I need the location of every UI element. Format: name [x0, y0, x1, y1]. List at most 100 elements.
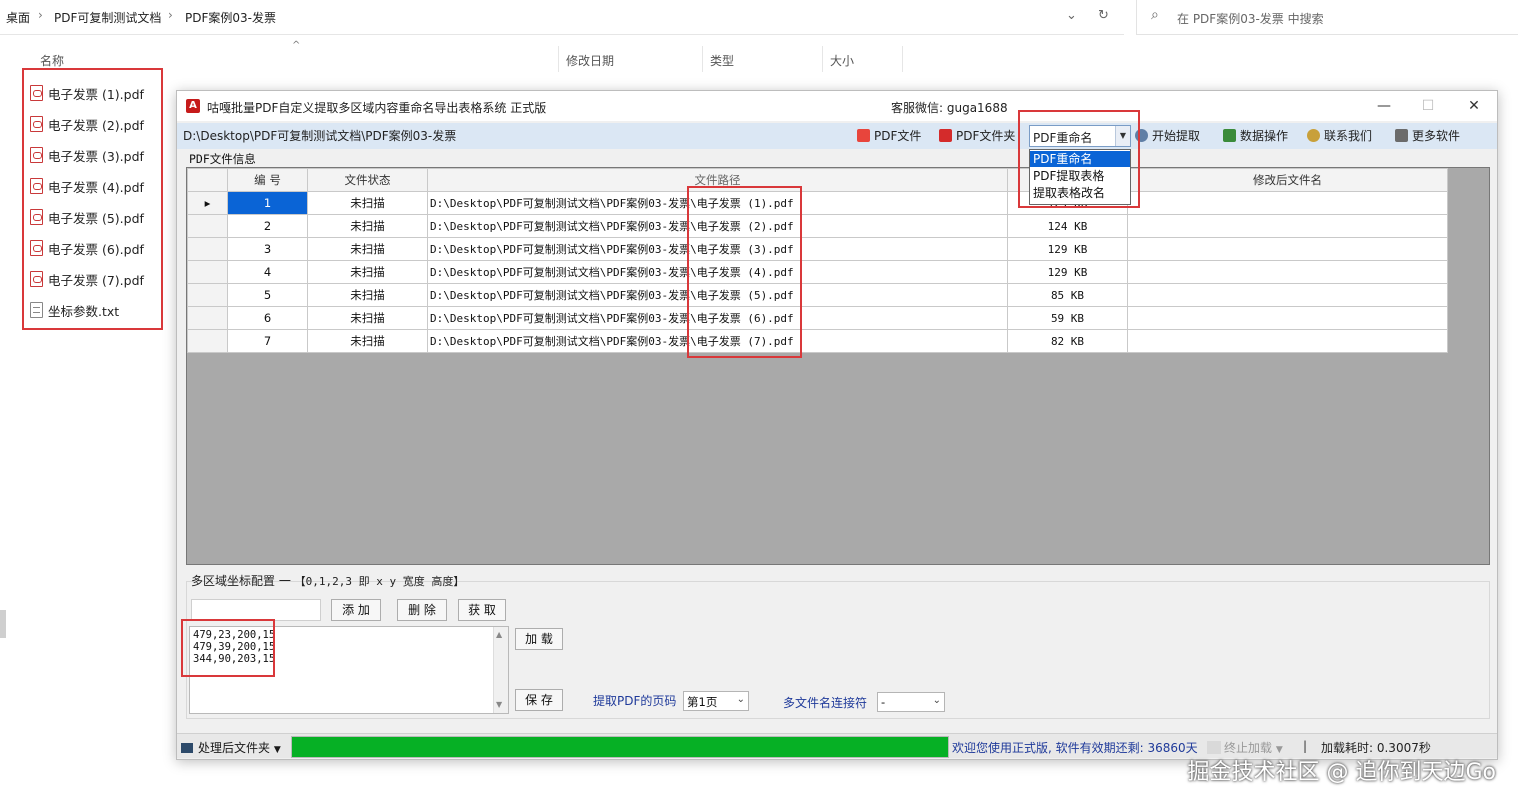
cell-newname[interactable] — [1127, 214, 1448, 238]
cell-status[interactable]: 未扫描 — [307, 237, 428, 261]
pdf-file-button[interactable]: PDF文件 — [857, 127, 921, 144]
cell-newname[interactable] — [1127, 191, 1448, 215]
minimize-button[interactable]: — — [1369, 96, 1399, 116]
close-button[interactable]: ✕ — [1459, 96, 1489, 116]
cell-status[interactable]: 未扫描 — [307, 329, 428, 353]
row-selector[interactable] — [187, 283, 228, 307]
cell-number[interactable]: 4 — [227, 260, 308, 284]
mode-option[interactable]: PDF重命名 — [1030, 151, 1130, 167]
start-extract-button[interactable]: 开始提取 — [1135, 127, 1200, 144]
header-number[interactable]: 编 号 — [227, 168, 308, 192]
get-button[interactable]: 获 取 — [458, 599, 506, 621]
column-name[interactable]: 名称 — [40, 52, 64, 69]
cell-path[interactable]: D:\Desktop\PDF可复制测试文档\PDF案例03-发票\电子发票 (4… — [427, 260, 1008, 284]
search-box[interactable]: ⌕ 在 PDF案例03-发票 中搜索 — [1136, 0, 1518, 35]
maximize-button[interactable]: ☐ — [1413, 96, 1443, 116]
cell-newname[interactable] — [1127, 329, 1448, 353]
cell-status[interactable]: 未扫描 — [307, 260, 428, 284]
address-bar[interactable]: 桌面 › PDF可复制测试文档 › PDF案例03-发票 ⌄ ↻ — [0, 0, 1124, 35]
load-button[interactable]: 加 载 — [515, 628, 563, 650]
cell-number[interactable]: 5 — [227, 283, 308, 307]
mode-select[interactable]: PDF重命名 ▼ — [1029, 125, 1131, 147]
file-grid[interactable]: 编 号 文件状态 文件路径 修改后文件名 ▸ 1 未扫描 D:\Desktop\… — [186, 167, 1490, 565]
scroll-up-icon[interactable]: ▲ — [496, 630, 502, 639]
file-item[interactable]: 电子发票 (6).pdf — [30, 237, 158, 259]
cell-path[interactable]: D:\Desktop\PDF可复制测试文档\PDF案例03-发票\电子发票 (7… — [427, 329, 1008, 353]
header-newname[interactable]: 修改后文件名 — [1127, 168, 1448, 192]
dropdown-arrow-icon[interactable]: ▼ — [1115, 126, 1130, 146]
table-row[interactable]: 6 未扫描 D:\Desktop\PDF可复制测试文档\PDF案例03-发票\电… — [187, 306, 1448, 330]
column-size[interactable]: 大小 — [830, 52, 854, 69]
cell-size[interactable]: 129 KB — [1007, 237, 1128, 261]
cell-size[interactable]: 82 KB — [1007, 329, 1128, 353]
cell-status[interactable]: 未扫描 — [307, 191, 428, 215]
output-folder-button[interactable]: 处理后文件夹 ▼ — [181, 739, 281, 756]
cell-newname[interactable] — [1127, 283, 1448, 307]
page-select[interactable]: 第1页 ⌄ — [683, 691, 749, 711]
add-button[interactable]: 添 加 — [331, 599, 381, 621]
cell-status[interactable]: 未扫描 — [307, 306, 428, 330]
delete-button[interactable]: 删 除 — [397, 599, 447, 621]
cell-size[interactable]: 59 KB — [1007, 306, 1128, 330]
file-item[interactable]: 电子发票 (2).pdf — [30, 113, 158, 135]
coords-textarea[interactable]: 479,23,200,15 479,39,200,15 344,90,203,1… — [189, 626, 509, 714]
cell-number[interactable]: 1 — [227, 191, 308, 215]
search-input[interactable]: 在 PDF案例03-发票 中搜索 — [1177, 10, 1324, 27]
cell-size[interactable]: 124 KB — [1007, 214, 1128, 238]
scroll-down-icon[interactable]: ▼ — [496, 700, 502, 709]
cell-newname[interactable] — [1127, 306, 1448, 330]
cell-number[interactable]: 6 — [227, 306, 308, 330]
cell-path[interactable]: D:\Desktop\PDF可复制测试文档\PDF案例03-发票\电子发票 (5… — [427, 283, 1008, 307]
pdf-folder-button[interactable]: PDF文件夹 — [939, 127, 1015, 144]
row-selector-icon[interactable]: ▸ — [187, 191, 228, 215]
header-path[interactable]: 文件路径 — [427, 168, 1008, 192]
more-software-button[interactable]: 更多软件 — [1395, 127, 1460, 144]
cell-status[interactable]: 未扫描 — [307, 214, 428, 238]
row-selector[interactable] — [187, 306, 228, 330]
data-ops-button[interactable]: 数据操作 — [1223, 127, 1288, 144]
file-item[interactable]: 电子发票 (1).pdf — [30, 82, 158, 104]
file-item[interactable]: 电子发票 (3).pdf — [30, 144, 158, 166]
cell-number[interactable]: 3 — [227, 237, 308, 261]
cell-status[interactable]: 未扫描 — [307, 283, 428, 307]
joiner-select[interactable]: - ⌄ — [877, 692, 945, 712]
cell-size[interactable]: 129 KB — [1007, 260, 1128, 284]
scrollbar[interactable] — [0, 610, 6, 638]
row-selector[interactable] — [187, 329, 228, 353]
mode-option[interactable]: PDF提取表格 — [1030, 168, 1130, 184]
table-row[interactable]: 3 未扫描 D:\Desktop\PDF可复制测试文档\PDF案例03-发票\电… — [187, 237, 1448, 261]
mode-option[interactable]: 提取表格改名 — [1030, 185, 1130, 201]
row-selector[interactable] — [187, 214, 228, 238]
table-row[interactable]: 5 未扫描 D:\Desktop\PDF可复制测试文档\PDF案例03-发票\电… — [187, 283, 1448, 307]
cell-newname[interactable] — [1127, 260, 1448, 284]
cell-newname[interactable] — [1127, 237, 1448, 261]
cell-number[interactable]: 2 — [227, 214, 308, 238]
cell-path[interactable]: D:\Desktop\PDF可复制测试文档\PDF案例03-发票\电子发票 (3… — [427, 237, 1008, 261]
column-date[interactable]: 修改日期 — [566, 52, 614, 69]
header-status[interactable]: 文件状态 — [307, 168, 428, 192]
cell-path[interactable]: D:\Desktop\PDF可复制测试文档\PDF案例03-发票\电子发票 (1… — [427, 191, 1008, 215]
file-item[interactable]: 电子发票 (4).pdf — [30, 175, 158, 197]
table-row[interactable]: 4 未扫描 D:\Desktop\PDF可复制测试文档\PDF案例03-发票\电… — [187, 260, 1448, 284]
cell-path[interactable]: D:\Desktop\PDF可复制测试文档\PDF案例03-发票\电子发票 (6… — [427, 306, 1008, 330]
coord-input[interactable] — [191, 599, 321, 621]
contact-button[interactable]: 联系我们 — [1307, 127, 1372, 144]
table-row[interactable]: ▸ 1 未扫描 D:\Desktop\PDF可复制测试文档\PDF案例03-发票… — [187, 191, 1448, 215]
column-type[interactable]: 类型 — [710, 52, 734, 69]
breadcrumb-folder[interactable]: PDF可复制测试文档 — [54, 9, 161, 26]
table-row[interactable]: 2 未扫描 D:\Desktop\PDF可复制测试文档\PDF案例03-发票\电… — [187, 214, 1448, 238]
row-selector[interactable] — [187, 260, 228, 284]
chevron-down-icon[interactable]: ⌄ — [1066, 8, 1077, 23]
breadcrumb-desktop[interactable]: 桌面 — [6, 9, 30, 26]
file-item[interactable]: 坐标参数.txt — [30, 299, 158, 321]
cell-number[interactable]: 7 — [227, 329, 308, 353]
cell-size[interactable]: 85 KB — [1007, 283, 1128, 307]
file-item[interactable]: 电子发票 (7).pdf — [30, 268, 158, 290]
save-button[interactable]: 保 存 — [515, 689, 563, 711]
row-selector[interactable] — [187, 237, 228, 261]
refresh-icon[interactable]: ↻ — [1098, 8, 1109, 23]
file-item[interactable]: 电子发票 (5).pdf — [30, 206, 158, 228]
textarea-scrollbar[interactable]: ▲ ▼ — [493, 627, 508, 713]
table-row[interactable]: 7 未扫描 D:\Desktop\PDF可复制测试文档\PDF案例03-发票\电… — [187, 329, 1448, 353]
cell-path[interactable]: D:\Desktop\PDF可复制测试文档\PDF案例03-发票\电子发票 (2… — [427, 214, 1008, 238]
